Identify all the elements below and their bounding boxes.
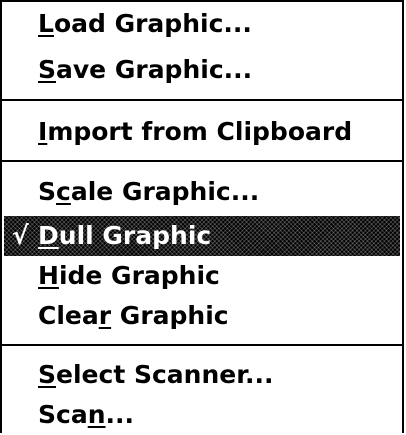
menu-item-select-scanner[interactable]: Select Scanner... xyxy=(2,355,402,395)
mnemonic-l: L xyxy=(38,9,54,38)
mnemonic-c: c xyxy=(56,177,71,206)
graphic-menu: Load Graphic... Save Graphic... Import f… xyxy=(0,0,404,433)
menu-separator xyxy=(2,160,402,162)
menu-item-dull-graphic[interactable]: √ Dull Graphic xyxy=(4,216,400,256)
mnemonic-r: r xyxy=(98,301,112,330)
menu-item-label: Save Graphic... xyxy=(38,55,253,84)
mnemonic-d: D xyxy=(38,221,59,250)
menu-separator xyxy=(2,344,402,346)
menu-item-scan[interactable]: Scan... xyxy=(2,395,402,435)
mnemonic-h: H xyxy=(38,261,59,290)
mnemonic-i: I xyxy=(38,117,48,146)
menu-item-label: Scan... xyxy=(38,400,135,429)
menu-item-scale-graphic[interactable]: Scale Graphic... xyxy=(2,172,402,212)
menu-item-hide-graphic[interactable]: Hide Graphic xyxy=(2,256,402,296)
mnemonic-s: S xyxy=(38,360,57,389)
mnemonic-s: S xyxy=(38,55,57,84)
menu-separator xyxy=(2,99,402,101)
menu-item-clear-graphic[interactable]: Clear Graphic xyxy=(2,296,402,336)
menu-item-label: Import from Clipboard xyxy=(38,117,353,146)
menu-item-save-graphic[interactable]: Save Graphic... xyxy=(2,50,402,90)
menu-item-label: Select Scanner... xyxy=(38,360,274,389)
menu-item-label: Scale Graphic... xyxy=(38,177,260,206)
checkmark-icon: √ xyxy=(12,221,29,250)
menu-item-label: Load Graphic... xyxy=(38,9,252,38)
menu-item-label: Hide Graphic xyxy=(38,261,220,290)
mnemonic-n: n xyxy=(87,400,106,429)
menu-item-label: Dull Graphic xyxy=(38,221,212,250)
menu-item-load-graphic[interactable]: Load Graphic... xyxy=(2,4,402,44)
menu-item-label: Clear Graphic xyxy=(38,301,229,330)
menu-item-import-from-clipboard[interactable]: Import from Clipboard xyxy=(2,112,402,152)
